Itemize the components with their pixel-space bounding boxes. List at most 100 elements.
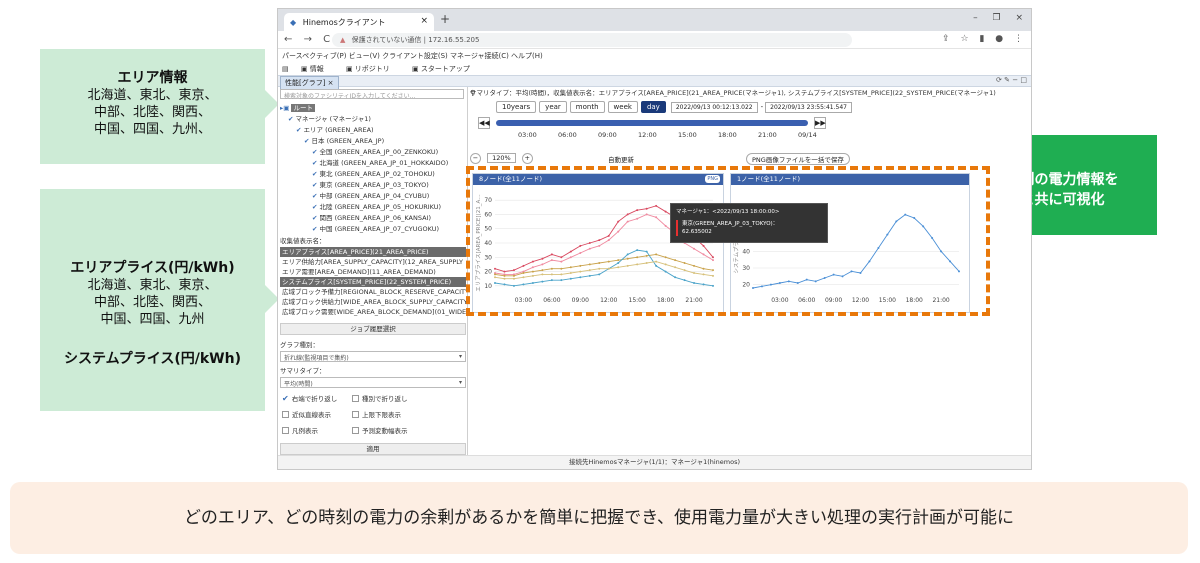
data-point bbox=[617, 220, 620, 223]
y-axis-label: エリアプライス[AREA_PRICE](21_A… bbox=[475, 194, 482, 291]
list-item[interactable]: 広域ブロック供給力[WIDE_AREA_BLOCK_SUPPLY_CAPACIT… bbox=[280, 297, 466, 307]
facility-search-input[interactable]: 検索対象のファシリティIDを入力してください... bbox=[280, 89, 464, 100]
timeline-tick: 21:00 bbox=[758, 131, 777, 139]
option-checkbox[interactable]: 近似直線表示 bbox=[282, 409, 331, 419]
toolbar-info[interactable]: ▣ 情報 bbox=[301, 65, 334, 73]
date-from[interactable]: 2022/09/13 00:12:13.022 bbox=[670, 102, 758, 113]
tree-node[interactable]: ▸▣ ルート bbox=[280, 103, 466, 114]
sidepanel-icon[interactable]: ▮ bbox=[979, 34, 984, 44]
browser-tab[interactable]: ◆ Hinemosクライアント × bbox=[284, 13, 434, 31]
list-item[interactable]: エリア供給力[AREA_SUPPLY_CAPACITY](12_AREA_SUP… bbox=[280, 257, 466, 267]
y-tick-label: 20 bbox=[484, 269, 492, 276]
zoom-in-button[interactable]: + bbox=[521, 153, 533, 164]
option-checkbox[interactable]: ✔ 右端で折り返し bbox=[282, 393, 337, 403]
share-icon[interactable]: ⇪ bbox=[942, 34, 950, 44]
option-checkbox[interactable]: 種別で折り返し bbox=[352, 393, 408, 403]
tree-node[interactable]: ✔ マネージャ (マネージャ1) bbox=[280, 114, 466, 125]
range-button-week[interactable]: week bbox=[607, 101, 638, 113]
data-point bbox=[814, 280, 817, 283]
data-point bbox=[655, 216, 658, 219]
timeline-next-button[interactable]: ▶▶ bbox=[814, 117, 826, 129]
auto-update-toggle[interactable]: 自動更新 bbox=[608, 154, 634, 164]
tree-node[interactable]: ✔ 中国 (GREEN_AREA_JP_07_CYUGOKU) bbox=[280, 224, 466, 235]
range-button-year[interactable]: year bbox=[539, 101, 567, 113]
tab-close-icon[interactable]: × bbox=[420, 16, 428, 26]
list-item[interactable]: システムプライス[SYSTEM_PRICE](22_SYSTEM_PRICE) bbox=[280, 277, 466, 287]
timeline-range-slider[interactable] bbox=[496, 120, 808, 126]
zoom-controls: − 120% + bbox=[470, 153, 537, 164]
data-point bbox=[512, 269, 515, 272]
refresh-view-icon[interactable]: ⟳ bbox=[996, 76, 1002, 84]
data-point bbox=[958, 270, 960, 273]
timeline-prev-button[interactable]: ◀◀ bbox=[478, 117, 490, 129]
forward-icon[interactable]: → bbox=[304, 34, 312, 45]
x-tick-label: 09:00 bbox=[572, 297, 589, 304]
tree-node[interactable]: ✔ エリア (GREEN_AREA) bbox=[280, 125, 466, 136]
edit-view-icon[interactable]: ✎ bbox=[1004, 76, 1010, 84]
data-point bbox=[712, 269, 714, 272]
apply-button[interactable]: 適用 bbox=[280, 443, 466, 455]
reload-icon[interactable]: C bbox=[323, 34, 330, 45]
date-to[interactable]: 2022/09/13 23:55:41.547 bbox=[765, 102, 852, 113]
option-label: 凡例表示 bbox=[292, 427, 318, 435]
minimize-view-icon[interactable]: − bbox=[1012, 76, 1018, 84]
new-tab-button[interactable]: + bbox=[440, 12, 450, 26]
list-item[interactable]: 広域ブロック予備力[REGIONAL_BLOCK_RESERVE_CAPACIT… bbox=[280, 287, 466, 297]
back-icon[interactable]: ← bbox=[284, 34, 292, 45]
close-window-icon[interactable]: × bbox=[1015, 13, 1023, 23]
tree-node[interactable]: ✔ 北陸 (GREEN_AREA_JP_05_HOKURIKU) bbox=[280, 202, 466, 213]
facility-tree: ▸▣ ルート ✔ マネージャ (マネージャ1) ✔ エリア (GREEN_AREA)… bbox=[280, 103, 466, 235]
chart1-header: 8ノード(全11ノード) PNG bbox=[473, 174, 723, 185]
facility-pane: 検索対象のファシリティIDを入力してください... ⚲ ▸▣ ルート ✔ マネージ… bbox=[278, 87, 475, 457]
tree-node-label: 東北 (GREEN_AREA_JP_02_TOHOKU) bbox=[319, 170, 435, 178]
maximize-icon[interactable]: ❐ bbox=[993, 13, 1001, 23]
app-menubar[interactable]: パースペクティブ(P) ビュー(V) クライアント設定(S) マネージャ接続(C… bbox=[278, 49, 1031, 62]
data-point bbox=[655, 253, 658, 256]
list-item[interactable]: エリアプライス[AREA_PRICE](21_AREA_PRICE) bbox=[280, 247, 466, 257]
zoom-out-button[interactable]: − bbox=[470, 153, 481, 164]
url-input[interactable]: ▲ 保護されていない通信 | 172.16.55.205 bbox=[332, 33, 852, 47]
tree-node[interactable]: ✔ 東京 (GREEN_AREA_JP_03_TOKYO) bbox=[280, 180, 466, 191]
data-point bbox=[664, 270, 667, 273]
range-button-month[interactable]: month bbox=[569, 101, 605, 113]
check-icon: ✔ bbox=[312, 181, 320, 189]
tree-node[interactable]: ✔ 日本 (GREEN_AREA_JP) bbox=[280, 136, 466, 147]
list-item[interactable]: エリア需要[AREA_DEMAND](11_AREA_DEMAND) bbox=[280, 267, 466, 277]
tree-node[interactable]: ✔ 関西 (GREEN_AREA_JP_06_KANSAI) bbox=[280, 213, 466, 224]
range-button-day[interactable]: day bbox=[640, 101, 666, 113]
warning-icon: ▲ bbox=[340, 36, 346, 44]
timeline-tick: 12:00 bbox=[638, 131, 657, 139]
data-point bbox=[550, 279, 553, 282]
tree-node[interactable]: ✔ 中部 (GREEN_AREA_JP_04_CYUBU) bbox=[280, 191, 466, 202]
png-save-button[interactable]: PNG画像ファイルを一括で保存 bbox=[746, 153, 850, 165]
toolbar-startup[interactable]: ▣ スタートアップ bbox=[412, 65, 480, 73]
job-history-button[interactable]: ジョブ履歴選択 bbox=[280, 323, 466, 335]
graph-type-select[interactable]: 折れ線(監視項目で集約) ▾ bbox=[280, 351, 466, 362]
star-icon[interactable]: ☆ bbox=[960, 34, 968, 44]
minimize-icon[interactable]: – bbox=[973, 13, 978, 23]
area-info-line: 中部、北陸、関西、 bbox=[93, 105, 211, 120]
graph-type-value: 折れ線(監視項目で集約) bbox=[284, 355, 349, 362]
profile-icon[interactable]: ● bbox=[995, 34, 1003, 44]
tree-node[interactable]: ✔ 全国 (GREEN_AREA_JP_00_ZENKOKU) bbox=[280, 147, 466, 158]
maximize-view-icon[interactable]: □ bbox=[1020, 76, 1027, 84]
menu-icon[interactable]: ⋮ bbox=[1014, 34, 1023, 44]
tree-node-label: 北陸 (GREEN_AREA_JP_05_HOKURIKU) bbox=[319, 203, 442, 211]
data-point bbox=[588, 242, 591, 244]
tree-node[interactable]: ✔ 北海道 (GREEN_AREA_JP_01_HOKKAIDO) bbox=[280, 158, 466, 169]
data-point bbox=[569, 266, 572, 269]
option-checkbox[interactable]: 予測変動幅表示 bbox=[352, 425, 408, 435]
option-checkbox[interactable]: 上限下限表示 bbox=[352, 409, 401, 419]
tree-node-label: 全国 (GREEN_AREA_JP_00_ZENKOKU) bbox=[319, 148, 439, 156]
toolbar-repository[interactable]: ▣ リポジトリ bbox=[346, 65, 400, 73]
tree-node[interactable]: ✔ 東北 (GREEN_AREA_JP_02_TOHOKU) bbox=[280, 169, 466, 180]
check-icon: ✔ bbox=[312, 170, 320, 178]
chart1-png-button[interactable]: PNG bbox=[705, 175, 720, 183]
option-checkbox[interactable]: 凡例表示 bbox=[282, 425, 318, 435]
perspective-icon[interactable]: ▤ bbox=[282, 65, 289, 73]
data-point bbox=[560, 256, 563, 259]
list-item[interactable]: 広域ブロック需要[WIDE_AREA_BLOCK_DEMAND](01_WIDE bbox=[280, 307, 466, 317]
summary-type-select[interactable]: 平均(時間) ▾ bbox=[280, 377, 466, 388]
range-button-10years[interactable]: 10years bbox=[496, 101, 537, 113]
data-point bbox=[796, 282, 799, 284]
